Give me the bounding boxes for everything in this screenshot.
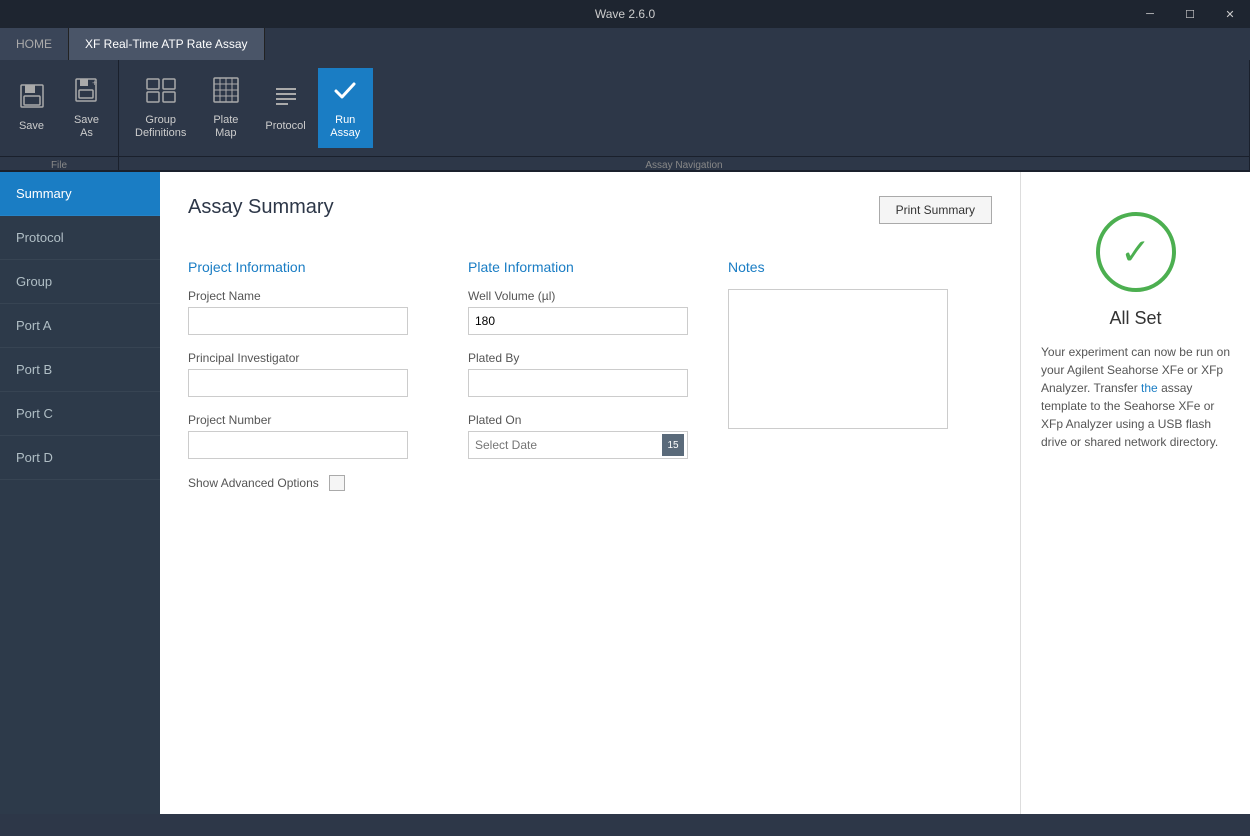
advanced-options-checkbox[interactable] (329, 475, 345, 491)
project-info-section: Project Information Project Name Princip… (188, 259, 428, 491)
close-button[interactable]: ✕ (1210, 0, 1250, 28)
plate-map-button[interactable]: PlateMap (198, 68, 253, 148)
file-section-label: File (0, 156, 118, 174)
checkmark-icon: ✓ (1120, 231, 1150, 273)
toolbar-assay-nav-section: GroupDefinitions PlateMap (119, 60, 1250, 170)
allset-description: Your experiment can now be run on your A… (1041, 343, 1230, 451)
page-title: Assay Summary (188, 196, 334, 219)
project-number-label: Project Number (188, 413, 428, 427)
assay-nav-label: Assay Navigation (119, 156, 1249, 174)
sidebar-item-protocol[interactable]: Protocol (0, 216, 160, 260)
plated-by-input[interactable] (468, 369, 688, 397)
project-number-input[interactable] (188, 431, 408, 459)
window-controls: ─ ☐ ✕ (1130, 0, 1250, 28)
save-as-button[interactable]: + SaveAs (59, 68, 114, 148)
sidebar: Summary Protocol Group Port A Port B Por… (0, 172, 160, 814)
principal-investigator-input[interactable] (188, 369, 408, 397)
project-name-group: Project Name (188, 289, 428, 335)
plated-on-group: Plated On 15 (468, 413, 688, 459)
status-bar (0, 814, 1250, 836)
date-input-wrapper: 15 (468, 431, 688, 459)
sidebar-item-port-a[interactable]: Port A (0, 304, 160, 348)
plated-on-label: Plated On (468, 413, 688, 427)
save-as-label: SaveAs (74, 114, 99, 140)
toolbar: Save + SaveAs File (0, 60, 1250, 172)
notes-section: Notes (728, 259, 992, 491)
principal-investigator-group: Principal Investigator (188, 351, 428, 397)
plate-info-section: Plate Information Well Volume (µl) Plate… (468, 259, 688, 491)
toolbar-file-section: Save + SaveAs File (0, 60, 119, 170)
run-assay-icon (331, 76, 359, 110)
tabs-row: HOME XF Real-Time ATP Rate Assay (0, 28, 1250, 60)
notes-title: Notes (728, 259, 992, 275)
allset-icon: ✓ (1096, 212, 1176, 292)
sidebar-item-port-c[interactable]: Port C (0, 392, 160, 436)
well-volume-group: Well Volume (µl) (468, 289, 688, 335)
transfer-highlight: the (1141, 381, 1158, 395)
protocol-icon (272, 82, 300, 116)
plate-info-title: Plate Information (468, 259, 688, 275)
protocol-label: Protocol (265, 120, 305, 133)
content-grid: Project Information Project Name Princip… (188, 259, 992, 491)
advanced-options-label: Show Advanced Options (188, 476, 319, 490)
title-bar: Wave 2.6.0 ─ ☐ ✕ (0, 0, 1250, 28)
well-volume-label: Well Volume (µl) (468, 289, 688, 303)
run-assay-label: RunAssay (330, 114, 360, 140)
advanced-options-row: Show Advanced Options (188, 475, 428, 491)
project-name-label: Project Name (188, 289, 428, 303)
sidebar-item-summary[interactable]: Summary (0, 172, 160, 216)
well-volume-input[interactable] (468, 307, 688, 335)
tab-home[interactable]: HOME (0, 28, 69, 60)
principal-investigator-label: Principal Investigator (188, 351, 428, 365)
allset-title: All Set (1109, 308, 1161, 329)
save-icon (18, 82, 46, 116)
group-definitions-icon (145, 76, 177, 110)
group-definitions-label: GroupDefinitions (135, 114, 186, 140)
svg-text:+: + (92, 78, 97, 88)
app-title: Wave 2.6.0 (595, 7, 655, 21)
save-as-icon: + (73, 76, 101, 110)
run-assay-button[interactable]: RunAssay (318, 68, 373, 148)
project-name-input[interactable] (188, 307, 408, 335)
main-content: Assay Summary Print Summary Project Info… (160, 172, 1020, 814)
maximize-button[interactable]: ☐ (1170, 0, 1210, 28)
sidebar-item-port-b[interactable]: Port B (0, 348, 160, 392)
tab-xf-real-time[interactable]: XF Real-Time ATP Rate Assay (69, 28, 265, 60)
sidebar-item-port-d[interactable]: Port D (0, 436, 160, 480)
plated-by-label: Plated By (468, 351, 688, 365)
project-info-title: Project Information (188, 259, 428, 275)
print-summary-button[interactable]: Print Summary (879, 196, 992, 224)
app-body: Summary Protocol Group Port A Port B Por… (0, 172, 1250, 814)
plate-map-label: PlateMap (213, 114, 238, 140)
group-definitions-button[interactable]: GroupDefinitions (123, 68, 198, 148)
minimize-button[interactable]: ─ (1130, 0, 1170, 28)
project-number-group: Project Number (188, 413, 428, 459)
plate-map-icon (212, 76, 240, 110)
plated-on-input[interactable] (468, 431, 688, 459)
protocol-button[interactable]: Protocol (253, 68, 317, 148)
calendar-icon[interactable]: 15 (662, 434, 684, 456)
plated-by-group: Plated By (468, 351, 688, 397)
right-panel: ✓ All Set Your experiment can now be run… (1020, 172, 1250, 814)
notes-textarea[interactable] (728, 289, 948, 429)
save-button[interactable]: Save (4, 68, 59, 148)
sidebar-item-group[interactable]: Group (0, 260, 160, 304)
save-label: Save (19, 120, 44, 133)
